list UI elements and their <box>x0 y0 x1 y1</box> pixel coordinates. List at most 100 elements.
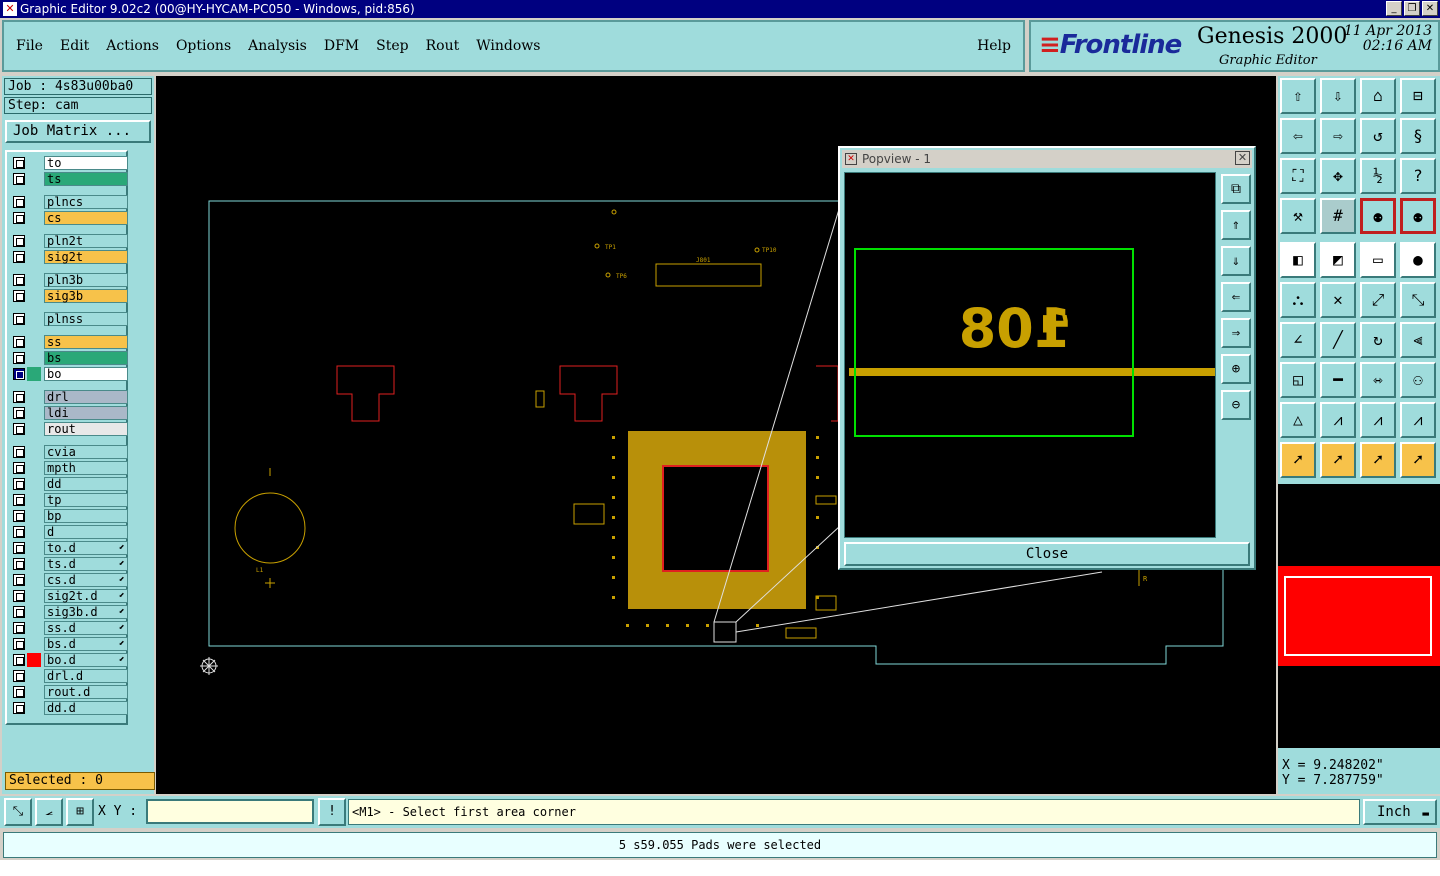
redraw-icon[interactable]: § <box>1400 118 1436 154</box>
menu-help[interactable]: Help <box>977 38 1011 54</box>
layer-name[interactable]: ts.d ⬋ <box>44 557 128 571</box>
xy-input[interactable] <box>146 799 314 824</box>
layer-row-d[interactable]: d <box>11 525 128 539</box>
layer-row-bp[interactable]: bp <box>11 509 128 523</box>
layer-name[interactable]: pln3b <box>44 273 128 287</box>
units-select[interactable]: Inch ▬ <box>1363 799 1437 825</box>
pan-left-icon[interactable]: ⇦ <box>1280 118 1316 154</box>
maximize-button[interactable]: ❐ <box>1404 1 1420 16</box>
layer-row-ss-d[interactable]: ss.d ⬋ <box>11 621 128 635</box>
layer-row-drl[interactable]: drl <box>11 390 128 404</box>
menu-edit[interactable]: Edit <box>60 38 89 54</box>
layer-row-pln3b[interactable]: pln3b <box>11 273 128 287</box>
measure-tool-icon[interactable]: ⚒ <box>1280 198 1316 234</box>
layer-checkbox[interactable] <box>13 368 25 380</box>
layer-checkbox[interactable] <box>13 686 25 698</box>
layer-name[interactable]: bs.d ⬋ <box>44 637 128 651</box>
select-box-icon[interactable]: ➚ <box>1320 442 1356 478</box>
layer-name[interactable]: d <box>44 525 128 539</box>
warning-icon[interactable]: ! <box>318 798 346 826</box>
layer-name[interactable]: to.d ⬋ <box>44 541 128 555</box>
layer-row-rout-d[interactable]: rout.d <box>11 685 128 699</box>
layer-checkbox[interactable] <box>13 702 25 714</box>
menu-actions[interactable]: Actions <box>106 38 159 54</box>
group-icon[interactable]: ⚇ <box>1400 362 1436 398</box>
connect-nodes-icon[interactable]: ⛬ <box>1280 282 1316 318</box>
layer-row-plnss[interactable]: plnss <box>11 312 128 326</box>
layer-checkbox[interactable] <box>13 423 25 435</box>
center-icon[interactable]: ✥ <box>1320 158 1356 194</box>
popview-pan-right-icon[interactable]: ⇒ <box>1221 318 1251 348</box>
layer-row-ldi[interactable]: ldi <box>11 406 128 420</box>
popview-pan-up-icon[interactable]: ⇑ <box>1221 210 1251 240</box>
layer-checkbox[interactable] <box>13 654 25 666</box>
layer-row-plncs[interactable]: plncs <box>11 195 128 209</box>
triangle-select-icon[interactable]: △ <box>1280 402 1316 438</box>
layer-row-bo-d[interactable]: bo.d ⬋ <box>11 653 128 667</box>
snap-icon[interactable]: ⤡ <box>4 798 32 826</box>
layer-name[interactable]: sig3b <box>44 289 128 303</box>
layer-row-cs[interactable]: cs <box>11 211 128 225</box>
net-connect-icon[interactable]: ⚉ <box>1400 198 1436 234</box>
resize-icon[interactable]: ⇿ <box>1360 362 1396 398</box>
layer-row-rout[interactable]: rout <box>11 422 128 436</box>
net-highlight-icon[interactable]: ⚉ <box>1360 198 1396 234</box>
layer-checkbox[interactable] <box>13 212 25 224</box>
add-line-icon[interactable]: ◩ <box>1320 242 1356 278</box>
layer-checkbox[interactable] <box>13 494 25 506</box>
layer-row-bo[interactable]: bo <box>11 367 128 381</box>
layer-checkbox[interactable] <box>13 606 25 618</box>
layer-row-bs[interactable]: bs <box>11 351 128 365</box>
layer-row-dd-d[interactable]: dd.d <box>11 701 128 715</box>
layer-name[interactable]: cs <box>44 211 128 225</box>
select-arrow-icon[interactable]: ➚ <box>1280 442 1316 478</box>
layer-name[interactable]: drl.d <box>44 669 128 683</box>
layer-row-sig2t-d[interactable]: sig2t.d ⬋ <box>11 589 128 603</box>
layer-checkbox[interactable] <box>13 462 25 474</box>
layer-row-sig3b[interactable]: sig3b <box>11 289 128 303</box>
layer-checkbox[interactable] <box>13 274 25 286</box>
popview-zoom-fit-icon[interactable]: ⧉ <box>1221 174 1251 204</box>
close-window-button[interactable]: ✕ <box>1422 1 1438 16</box>
move-point-icon[interactable]: ⤢ <box>1360 282 1396 318</box>
layer-row-mpth[interactable]: mpth <box>11 461 128 475</box>
snap-angle-icon[interactable]: ⦟ <box>35 798 63 826</box>
layer-name[interactable]: sig2t <box>44 250 128 264</box>
layer-name[interactable]: tp <box>44 493 128 507</box>
layer-name[interactable]: cvia <box>44 445 128 459</box>
layer-name[interactable]: rout.d <box>44 685 128 699</box>
layer-checkbox[interactable] <box>13 336 25 348</box>
menu-analysis[interactable]: Analysis <box>248 38 307 54</box>
overview-map[interactable] <box>1278 484 1440 748</box>
layer-checkbox[interactable] <box>13 391 25 403</box>
layer-checkbox[interactable] <box>13 638 25 650</box>
arc-icon[interactable]: ↻ <box>1360 322 1396 358</box>
grid-icon[interactable]: # <box>1320 198 1356 234</box>
zoom-home-icon[interactable]: ⇧ <box>1280 78 1316 114</box>
layer-name[interactable]: pln2t <box>44 234 128 248</box>
layer-name[interactable]: dd <box>44 477 128 491</box>
split-view-icon[interactable]: ⊟ <box>1400 78 1436 114</box>
layer-row-cvia[interactable]: cvia <box>11 445 128 459</box>
popview-canvas[interactable]: 108 1 <box>844 172 1216 538</box>
layer-name[interactable]: bp <box>44 509 128 523</box>
layer-row-sig2t[interactable]: sig2t <box>11 250 128 264</box>
layer-checkbox[interactable] <box>13 526 25 538</box>
layer-row-to-d[interactable]: to.d ⬋ <box>11 541 128 555</box>
layer-name[interactable]: ts <box>44 172 128 186</box>
layer-name[interactable]: sig2t.d ⬋ <box>44 589 128 603</box>
layer-row-tp[interactable]: tp <box>11 493 128 507</box>
select-net-icon[interactable]: ➚ <box>1400 442 1436 478</box>
split-trace-icon[interactable]: ⫷ <box>1400 322 1436 358</box>
layer-checkbox[interactable] <box>13 173 25 185</box>
layer-checkbox[interactable] <box>13 290 25 302</box>
add-pad-icon[interactable]: ◧ <box>1280 242 1316 278</box>
layer-checkbox[interactable] <box>13 542 25 554</box>
zoom-down-icon[interactable]: ⇩ <box>1320 78 1356 114</box>
layer-row-drl-d[interactable]: drl.d <box>11 669 128 683</box>
layer-checkbox[interactable] <box>13 251 25 263</box>
layer-name[interactable]: rout <box>44 422 128 436</box>
layer-name[interactable]: to <box>44 156 128 170</box>
menu-options[interactable]: Options <box>176 38 231 54</box>
zoom-home-house-icon[interactable]: ⌂ <box>1360 78 1396 114</box>
